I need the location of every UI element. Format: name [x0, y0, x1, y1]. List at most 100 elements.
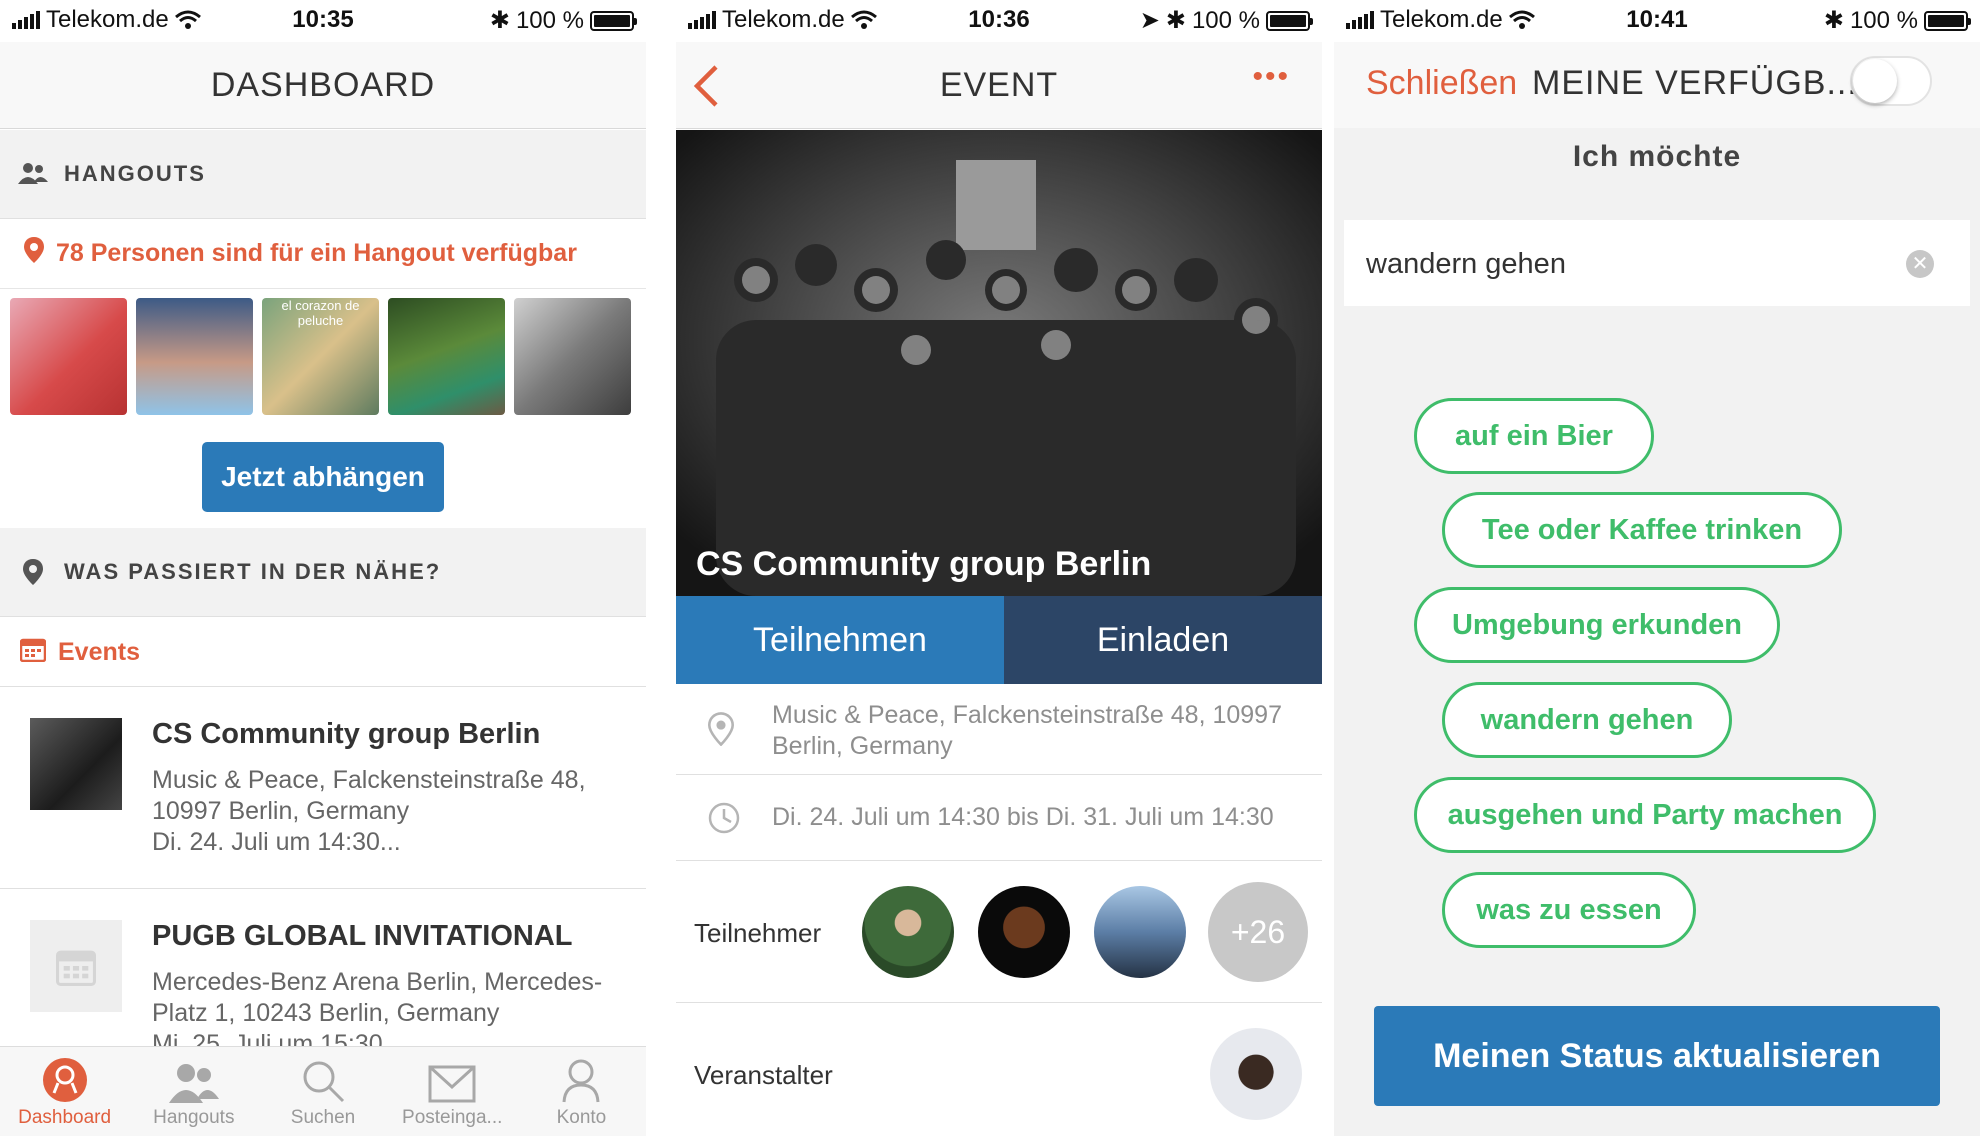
user-photo[interactable] — [136, 298, 253, 415]
event-address: Music & Peace, Falckensteinstraße 48, — [152, 766, 586, 794]
events-label: Events — [58, 637, 140, 666]
page-title: MEINE VERFÜGB... — [1532, 64, 1858, 102]
location-pin-icon — [708, 712, 734, 746]
participants-label: Teilnehmer — [694, 918, 822, 948]
photo-caption: el corazon de peluche — [281, 298, 360, 328]
battery-icon — [1266, 10, 1313, 31]
event-address: 10997 Berlin, Germany — [152, 797, 410, 825]
tab-label: Dashboard — [18, 1107, 112, 1128]
calendar-icon — [19, 636, 47, 669]
bluetooth-icon: ✱ — [489, 7, 510, 34]
event-title: CS Community group Berlin — [152, 718, 541, 750]
tab-hangouts[interactable]: Hangouts — [129, 1047, 258, 1136]
battery-label: 100 % — [1191, 6, 1260, 34]
participant-avatar[interactable] — [1094, 886, 1186, 978]
tab-label: Hangouts — [153, 1107, 235, 1128]
available-people-text: 78 Personen sind für ein Hangout verfügb… — [56, 238, 577, 267]
join-button[interactable]: Teilnehmen — [676, 596, 1004, 684]
hangouts-section-header: HANGOUTS — [0, 130, 646, 219]
hangout-photos: el corazon de peluche — [10, 298, 636, 415]
activity-chip[interactable]: ausgehen und Party machen — [1414, 777, 1876, 853]
organizer-row[interactable]: Veranstalter — [676, 1004, 1322, 1136]
clock-icon — [708, 802, 740, 834]
participants-row[interactable]: Teilnehmer +26 — [676, 862, 1322, 1003]
battery-icon — [1924, 10, 1971, 31]
location-arrow-icon: ➤ — [1139, 7, 1160, 34]
user-photo[interactable] — [10, 298, 127, 415]
page-title: EVENT — [939, 66, 1059, 104]
dashboard-screen: Telekom.de 10:35 ✱ 100 % DASHBOARD HANGO… — [0, 0, 646, 1136]
activity-chip[interactable]: wandern gehen — [1442, 682, 1732, 758]
organizer-label: Veranstalter — [694, 1060, 833, 1090]
event-time-row: Di. 24. Juli um 14:30 bis Di. 31. Juli u… — [676, 776, 1322, 861]
status-bar: Telekom.de 10:35 ✱ 100 % — [0, 0, 646, 42]
availability-screen: Telekom.de 10:41 ✱ 100 % Schließen MEINE… — [1334, 0, 1980, 1136]
want-label: Ich möchte — [1572, 140, 1742, 173]
event-screen: Telekom.de 10:36 ➤ ✱ 100 % EVENT ••• CS … — [676, 0, 1322, 1136]
tab-inbox[interactable]: Posteinga... — [388, 1047, 517, 1136]
activity-input-container: ✕ — [1344, 220, 1970, 308]
page-title: DASHBOARD — [210, 66, 436, 104]
nav-bar: EVENT ••• — [676, 42, 1322, 129]
close-button[interactable]: Schließen — [1366, 64, 1517, 103]
event-date: Di. 24. Juli um 14:30... — [152, 828, 401, 856]
more-participants-badge[interactable]: +26 — [1208, 882, 1308, 982]
tab-label: Posteinga... — [402, 1107, 503, 1128]
status-bar: Telekom.de 10:36 ➤ ✱ 100 % — [676, 0, 1322, 42]
people-icon — [18, 162, 48, 186]
event-placeholder-thumbnail — [30, 920, 122, 1012]
event-address: Platz 1, 10243 Berlin, Germany — [152, 999, 500, 1027]
nearby-section-header: WAS PASSIERT IN DER NÄHE? — [0, 528, 646, 617]
tab-search[interactable]: Suchen — [258, 1047, 387, 1136]
participant-avatar[interactable] — [978, 886, 1070, 978]
user-photo[interactable] — [388, 298, 505, 415]
user-photo[interactable] — [514, 298, 631, 415]
location-pin-icon — [18, 559, 48, 585]
battery-icon — [590, 10, 637, 31]
nearby-header-label: WAS PASSIERT IN DER NÄHE? — [64, 559, 442, 584]
tab-account[interactable]: Konto — [517, 1047, 646, 1136]
location-pin-icon — [24, 236, 44, 270]
more-options-button[interactable]: ••• — [1252, 60, 1290, 94]
update-status-button[interactable]: Meinen Status aktualisieren — [1374, 1006, 1940, 1106]
available-people-row[interactable]: 78 Personen sind für ein Hangout verfügb… — [0, 218, 646, 289]
bluetooth-icon: ✱ — [1165, 7, 1186, 34]
battery-label: 100 % — [515, 6, 584, 34]
calendar-icon — [56, 950, 96, 986]
user-photo[interactable]: el corazon de peluche — [262, 298, 379, 415]
event-hero-title: CS Community group Berlin — [696, 545, 1152, 583]
event-datetime: Di. 24. Juli um 14:30 bis Di. 31. Juli u… — [772, 803, 1274, 831]
organizer-avatar[interactable] — [1210, 1028, 1302, 1120]
tab-label: Suchen — [290, 1107, 356, 1128]
event-list-item[interactable]: CS Community group Berlin Music & Peace,… — [0, 688, 646, 889]
nav-bar: Schließen MEINE VERFÜGB... — [1334, 42, 1980, 129]
bluetooth-icon: ✱ — [1823, 7, 1844, 34]
dashboard-icon — [42, 1058, 87, 1102]
event-address: Mercedes-Benz Arena Berlin, Mercedes- — [152, 968, 603, 996]
events-row[interactable]: Events — [0, 618, 646, 687]
activity-chip[interactable]: Umgebung erkunden — [1414, 587, 1780, 663]
tab-label: Konto — [556, 1107, 607, 1128]
nav-bar: DASHBOARD — [0, 42, 646, 129]
event-hero-image: CS Community group Berlin — [676, 130, 1322, 596]
activity-chip[interactable]: auf ein Bier — [1414, 398, 1654, 474]
activity-input[interactable] — [1364, 220, 1888, 308]
battery-label: 100 % — [1849, 6, 1918, 34]
envelope-icon — [428, 1065, 476, 1103]
event-address-line: Music & Peace, Falckensteinstraße 48, 10… — [772, 701, 1282, 729]
user-icon — [562, 1059, 600, 1103]
search-icon — [303, 1061, 345, 1103]
people-icon — [168, 1064, 219, 1103]
event-address-row[interactable]: Music & Peace, Falckensteinstraße 48, 10… — [676, 686, 1322, 775]
activity-chip[interactable]: Tee oder Kaffee trinken — [1442, 492, 1842, 568]
group-photo — [676, 130, 1322, 596]
availability-toggle[interactable] — [1850, 56, 1932, 106]
hang-out-now-button[interactable]: Jetzt abhängen — [202, 442, 444, 512]
event-title: PUGB GLOBAL INVITATIONAL — [152, 920, 573, 952]
status-bar: Telekom.de 10:41 ✱ 100 % — [1334, 0, 1980, 42]
participant-avatar[interactable] — [862, 886, 954, 978]
invite-button[interactable]: Einladen — [1004, 596, 1322, 684]
tab-dashboard[interactable]: Dashboard — [0, 1047, 129, 1136]
activity-chip[interactable]: was zu essen — [1442, 872, 1696, 948]
clear-input-icon[interactable]: ✕ — [1906, 250, 1934, 278]
